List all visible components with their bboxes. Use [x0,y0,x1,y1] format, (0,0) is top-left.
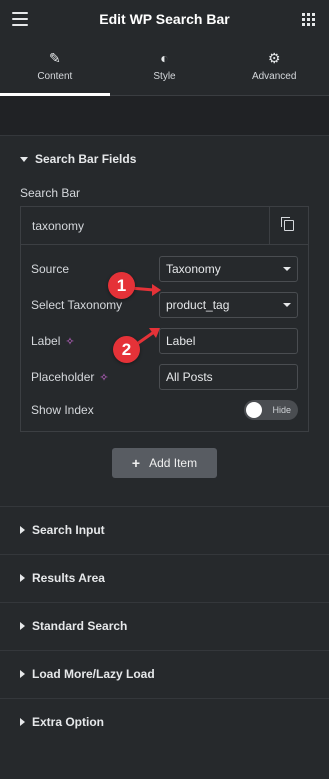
pencil-icon: ✎ [48,50,61,66]
ai-sparkle-icon[interactable]: ✧ [99,371,108,384]
search-bar-fields-section: Search Bar Fields Search Bar taxonomy So… [0,136,329,506]
section-title: Search Input [32,523,105,537]
taxonomy-label: Select Taxonomy [31,298,123,312]
ai-sparkle-icon[interactable]: ✧ [65,335,74,348]
tab-advanced[interactable]: ⚙ Advanced [219,38,329,95]
plus-icon: + [131,455,141,471]
show-index-label: Show Index [31,403,94,417]
placeholder-input-value: All Posts [166,370,213,384]
placeholder-input[interactable]: All Posts [159,364,298,390]
page-title: Edit WP Search Bar [99,11,230,27]
caret-right-icon [20,622,25,630]
section-load-more[interactable]: Load More/Lazy Load [0,650,329,698]
section-search-input[interactable]: Search Input [0,506,329,554]
caret-right-icon [20,670,25,678]
panel-tabs: ✎ Content ◐ Style ⚙ Advanced [0,38,329,96]
section-extra-option[interactable]: Extra Option [0,698,329,746]
label-row: Label ✧ Label [31,323,298,359]
annotation-badge-1: 1 [108,272,135,299]
section-title: Standard Search [32,619,128,633]
section-title: Results Area [32,571,105,585]
tab-content[interactable]: ✎ Content [0,38,110,96]
source-select-value: Taxonomy [166,262,221,276]
annotation-badge-2: 2 [113,336,140,363]
source-label: Source [31,262,70,276]
taxonomy-row: Select Taxonomy product_tag [31,287,298,323]
toggle-knob [246,402,262,418]
add-item-button[interactable]: + Add Item [112,448,217,478]
tab-label: Style [153,71,176,82]
placeholder-label: Placeholder [31,370,95,384]
toggle-text: Hide [272,405,291,415]
label-label: Label [31,334,61,348]
section-title: Load More/Lazy Load [32,667,155,681]
caret-down-icon [20,156,28,162]
repeater-item-body: Source Taxonomy Select Taxonomy product_… [21,245,308,431]
section-standard-search[interactable]: Standard Search [0,602,329,650]
caret-right-icon [20,526,25,534]
repeater-item-header[interactable]: taxonomy [21,206,308,245]
gear-icon: ⚙ [267,50,281,66]
add-item-label: Add Item [149,456,198,470]
chevron-down-icon [283,267,291,271]
repeater-item-title: taxonomy [32,218,85,233]
placeholder-row: Placeholder ✧ All Posts [31,359,298,395]
section-title: Extra Option [32,715,105,729]
label-input[interactable]: Label [159,328,298,354]
source-row: Source Taxonomy [31,251,298,287]
caret-right-icon [20,718,25,726]
duplicate-button[interactable] [269,206,308,245]
chevron-down-icon [283,303,291,307]
section-header-search-bar-fields[interactable]: Search Bar Fields [0,136,329,182]
source-select[interactable]: Taxonomy [159,256,298,282]
tab-label: Content [37,71,73,82]
tab-label: Advanced [251,71,297,82]
top-bar: Edit WP Search Bar [0,0,329,38]
contrast-icon: ◐ [160,50,169,66]
show-index-row: Show Index Hide [31,395,298,425]
apps-grid-icon[interactable] [302,13,315,26]
copy-icon [281,217,294,231]
hamburger-menu-icon[interactable] [12,12,28,26]
taxonomy-select[interactable]: product_tag [159,292,298,318]
taxonomy-select-value: product_tag [166,298,230,312]
repeater-label: Search Bar [20,186,81,200]
search-bar-repeater: taxonomy Source Taxonomy Select Taxonomy… [20,206,309,432]
tab-style[interactable]: ◐ Style [110,38,220,95]
caret-right-icon [20,574,25,582]
section-title: Search Bar Fields [35,152,137,166]
label-input-value: Label [166,334,196,348]
panel-spacer [0,96,329,136]
show-index-toggle[interactable]: Hide [244,400,298,420]
section-results-area[interactable]: Results Area [0,554,329,602]
